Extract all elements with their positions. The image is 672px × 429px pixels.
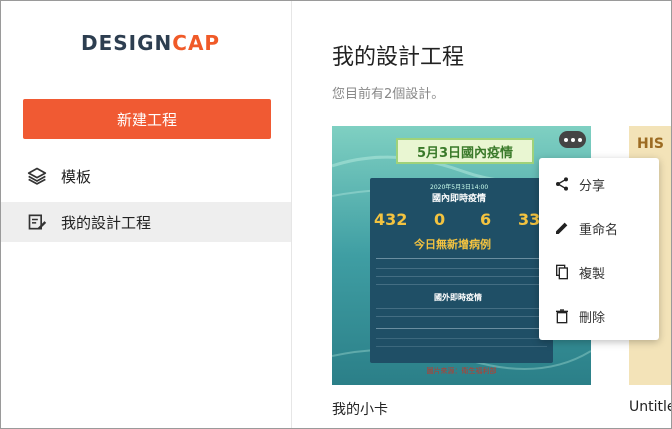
stat-value: 6 (480, 210, 492, 229)
layers-icon (27, 166, 47, 186)
sidebar-item-my-designs[interactable]: 我的設計工程 (1, 202, 291, 242)
menu-item-label: 重命名 (579, 222, 619, 238)
menu-item-rename[interactable]: 重命名 (539, 206, 659, 250)
design-card-name[interactable]: 我的小卡 (332, 399, 388, 419)
dot-icon (570, 137, 575, 142)
edit-document-icon (27, 212, 47, 232)
design-count-text: 您目前有2個設計。 (332, 87, 445, 102)
logo-text-main: DESIGN (81, 31, 173, 55)
more-options-button[interactable] (559, 131, 586, 148)
poster-text-line (376, 284, 547, 285)
app-window: DESIGNCAP 新建工程 模板 我的設計工程 我的設計工程 您目前有2個設計… (0, 0, 672, 429)
poster-title: HIS (637, 136, 665, 152)
trash-icon (553, 307, 571, 325)
poster-text-line (376, 338, 547, 339)
page-title: 我的設計工程 (332, 45, 465, 70)
poster-date: 2020年5月3日14:00 (430, 184, 489, 191)
poster-panel: 2020年5月3日14:00 國內即時疫情 432 0 6 332 今日無新增病… (370, 178, 553, 363)
pencil-icon (553, 219, 571, 237)
menu-item-label: 複製 (579, 266, 606, 282)
menu-item-delete[interactable]: 刪除 (539, 294, 659, 338)
stat-value: 432 (374, 210, 408, 229)
share-icon (553, 175, 571, 193)
poster-title: 5月3日國內疫情 (396, 138, 534, 164)
dot-icon (577, 137, 582, 142)
poster-text-line (376, 308, 547, 309)
menu-item-share[interactable]: 分享 (539, 162, 659, 206)
stat-value: 0 (434, 210, 446, 229)
dot-icon (563, 137, 568, 142)
poster-text-line (376, 316, 547, 317)
logo-text-accent: CAP (172, 31, 221, 55)
main-content: 我的設計工程 您目前有2個設計。 5月3日國內疫情 2020年5月3日14:00… (292, 1, 671, 428)
poster-heading: 國內即時疫情 (432, 194, 487, 204)
designcap-logo[interactable]: DESIGNCAP (81, 31, 220, 55)
sidebar-item-label: 模板 (61, 167, 92, 186)
poster-divider (376, 328, 547, 329)
sidebar-item-label: 我的設計工程 (61, 213, 152, 232)
copy-icon (553, 263, 571, 281)
card-context-menu: 分享 重命名 複製 刪除 (539, 158, 659, 340)
sidebar-item-templates[interactable]: 模板 (1, 156, 291, 196)
menu-item-label: 刪除 (579, 310, 606, 326)
new-project-button[interactable]: 新建工程 (23, 99, 271, 139)
poster-text-line (376, 346, 547, 347)
poster-divider (376, 258, 547, 259)
poster-headline: 今日無新增病例 (414, 238, 491, 251)
menu-item-label: 分享 (579, 178, 606, 194)
poster-text-line (376, 268, 547, 269)
menu-item-copy[interactable]: 複製 (539, 250, 659, 294)
design-card-name[interactable]: Untitle (629, 399, 671, 415)
poster-global-heading: 國外即時疫情 (434, 293, 482, 302)
poster-source: 圖片來源：衛生福利部 (426, 367, 497, 375)
sidebar: DESIGNCAP 新建工程 模板 我的設計工程 (1, 1, 292, 428)
poster-text-line (376, 276, 547, 277)
